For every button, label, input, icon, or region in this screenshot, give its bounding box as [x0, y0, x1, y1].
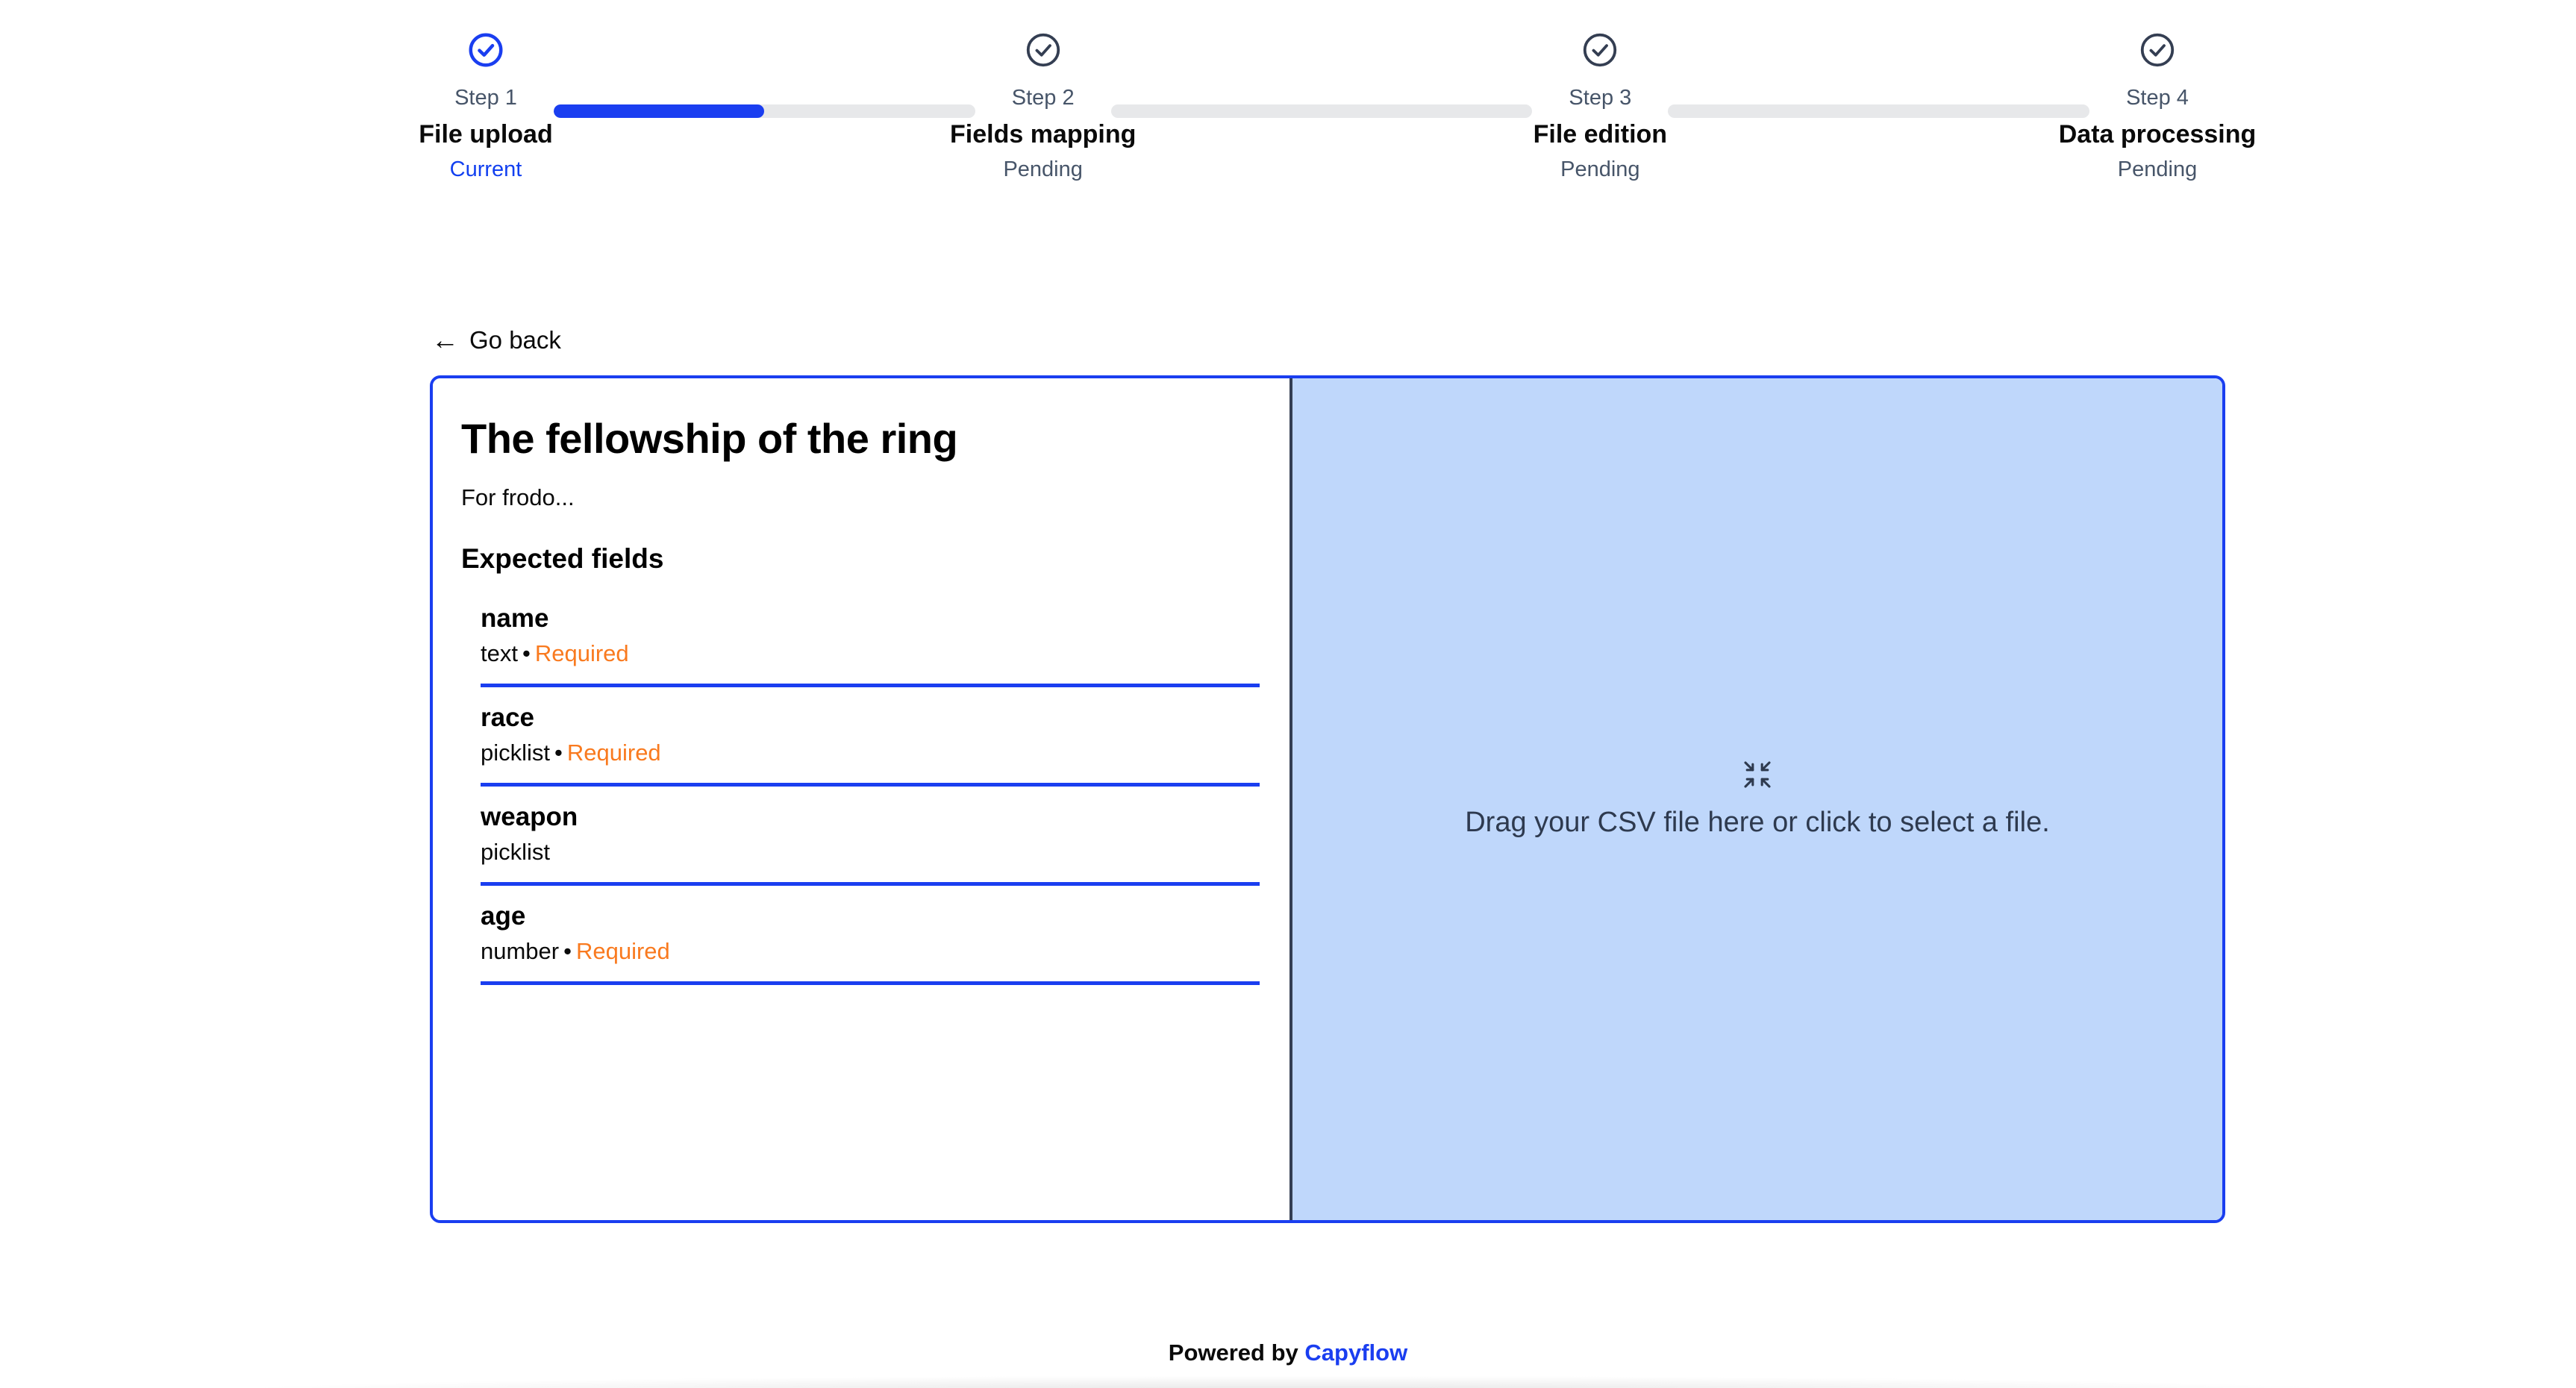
- field-meta: text•Required: [481, 640, 1260, 667]
- step-index-label: Step 1: [454, 85, 517, 110]
- page-title: The fellowship of the ring: [461, 414, 1260, 463]
- field-type: text: [481, 640, 518, 666]
- step-3[interactable]: Step 3 File edition Pending: [1532, 30, 1668, 182]
- expected-fields-heading: Expected fields: [461, 543, 1260, 575]
- footer: Powered by Capyflow: [0, 1339, 2576, 1366]
- field-type: picklist: [481, 740, 550, 766]
- step-title-label: Data processing: [2059, 119, 2257, 149]
- field-separator: •: [522, 640, 531, 666]
- dropzone-label: Drag your CSV file here or click to sele…: [1465, 806, 2050, 839]
- go-back-link[interactable]: ← Go back: [431, 326, 561, 354]
- list-item: race picklist•Required: [481, 687, 1260, 787]
- step-connector-2: [1111, 104, 1533, 118]
- step-connector-3: [1668, 104, 2089, 118]
- step-4[interactable]: Step 4 Data processing Pending: [2089, 30, 2225, 182]
- step-connector-1-fill: [554, 104, 764, 118]
- field-name: race: [481, 702, 1260, 734]
- step-index-label: Step 4: [2126, 85, 2189, 110]
- check-circle-icon: [466, 30, 506, 70]
- step-state-label: Pending: [2118, 157, 2197, 182]
- step-title-label: File upload: [419, 119, 552, 149]
- card-info-panel: The fellowship of the ring For frodo... …: [433, 378, 1292, 1220]
- capyflow-link[interactable]: Capyflow: [1304, 1339, 1407, 1366]
- step-index-label: Step 3: [1569, 85, 1631, 110]
- arrow-left-icon: ←: [431, 326, 459, 354]
- field-meta: picklist: [481, 839, 1260, 866]
- expected-fields-list: name text•Required race picklist•Require…: [461, 588, 1260, 985]
- field-required-badge: Required: [576, 938, 670, 964]
- field-required-badge: Required: [535, 640, 629, 666]
- check-circle-icon: [1023, 30, 1063, 70]
- bottom-fade: [0, 1369, 2576, 1388]
- field-meta: number•Required: [481, 938, 1260, 965]
- list-item: weapon picklist: [481, 787, 1260, 886]
- field-meta: picklist•Required: [481, 740, 1260, 766]
- step-title-label: File edition: [1534, 119, 1667, 149]
- field-separator: •: [554, 740, 563, 766]
- list-item: age number•Required: [481, 886, 1260, 985]
- compress-arrows-icon: [1741, 760, 1774, 790]
- card-subtitle: For frodo...: [461, 484, 1260, 511]
- step-title-label: Fields mapping: [950, 119, 1136, 149]
- field-name: name: [481, 603, 1260, 634]
- file-upload-page: Step 1 File upload Current Step 2 Fields…: [0, 0, 2576, 1388]
- field-required-badge: Required: [567, 740, 661, 766]
- upload-card: The fellowship of the ring For frodo... …: [430, 375, 2225, 1223]
- step-state-label: Pending: [1560, 157, 1639, 182]
- go-back-label: Go back: [469, 326, 561, 354]
- check-circle-icon: [2137, 30, 2178, 70]
- field-name: weapon: [481, 801, 1260, 833]
- stepper: Step 1 File upload Current Step 2 Fields…: [418, 30, 2225, 209]
- field-type: number: [481, 938, 559, 964]
- field-separator: •: [563, 938, 572, 964]
- step-state-label: Current: [450, 157, 522, 182]
- step-state-label: Pending: [1003, 157, 1082, 182]
- csv-dropzone[interactable]: Drag your CSV file here or click to sele…: [1292, 378, 2222, 1220]
- step-2[interactable]: Step 2 Fields mapping Pending: [975, 30, 1111, 182]
- field-type: picklist: [481, 839, 550, 865]
- step-index-label: Step 2: [1012, 85, 1075, 110]
- field-name: age: [481, 901, 1260, 932]
- step-1[interactable]: Step 1 File upload Current: [418, 30, 554, 182]
- check-circle-icon: [1580, 30, 1620, 70]
- powered-by-label: Powered by: [1169, 1339, 1298, 1366]
- step-connector-1: [554, 104, 975, 118]
- list-item: name text•Required: [481, 588, 1260, 687]
